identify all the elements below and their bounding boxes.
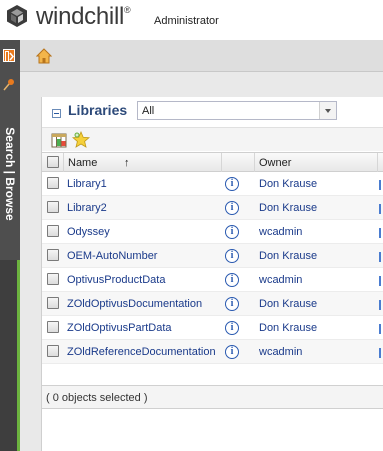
libraries-panel: Libraries All Name ↑ Owner Library1 i Do… bbox=[41, 97, 383, 451]
table-row[interactable]: OptivusProductData i wcadmin bbox=[42, 268, 383, 292]
new-library-icon[interactable] bbox=[72, 131, 90, 149]
chevron-down-icon[interactable] bbox=[319, 102, 336, 119]
truncated-column-link[interactable] bbox=[379, 348, 382, 358]
selection-status: ( 0 objects selected ) bbox=[46, 392, 148, 404]
user-name[interactable]: Administrator bbox=[154, 15, 219, 27]
truncated-column-link[interactable] bbox=[379, 276, 382, 286]
expand-panel-icon bbox=[5, 51, 14, 62]
windchill-logo-icon bbox=[7, 5, 27, 27]
row-checkbox[interactable] bbox=[47, 249, 59, 261]
column-label-owner: Owner bbox=[259, 157, 292, 169]
truncated-column-link[interactable] bbox=[379, 204, 382, 214]
table-row[interactable]: ZOldReferenceDocumentation i wcadmin bbox=[42, 340, 383, 364]
table-row[interactable]: ZOldOptivusPartData i Don Krause bbox=[42, 316, 383, 340]
collapse-icon[interactable] bbox=[52, 109, 61, 118]
select-all-checkbox[interactable] bbox=[47, 156, 59, 168]
libraries-table: Name ↑ Owner Library1 i Don Krause Libra… bbox=[42, 152, 383, 364]
table-body: Library1 i Don Krause Library2 i Don Kra… bbox=[42, 172, 383, 364]
column-header-info[interactable] bbox=[222, 153, 255, 172]
panel-header: Libraries All bbox=[42, 97, 383, 125]
owner-link[interactable]: wcadmin bbox=[259, 346, 302, 370]
table-views-icon[interactable] bbox=[50, 131, 68, 149]
truncated-column-link[interactable] bbox=[379, 300, 382, 310]
info-icon[interactable]: i bbox=[225, 297, 239, 311]
row-checkbox[interactable] bbox=[47, 177, 59, 189]
info-icon[interactable]: i bbox=[225, 249, 239, 263]
table-toolbar bbox=[42, 127, 383, 151]
top-toolbar bbox=[20, 40, 383, 72]
select-all-header bbox=[42, 153, 64, 172]
panel-title: Libraries bbox=[68, 102, 128, 118]
table-header: Name ↑ Owner bbox=[42, 152, 383, 172]
column-header-name[interactable]: Name ↑ bbox=[64, 153, 222, 172]
table-row[interactable]: Library1 i Don Krause bbox=[42, 172, 383, 196]
app-header: windchill® Administrator bbox=[0, 0, 383, 40]
main-content: Libraries All Name ↑ Owner Library1 i Do… bbox=[20, 40, 383, 451]
info-icon[interactable]: i bbox=[225, 345, 239, 359]
info-icon[interactable]: i bbox=[225, 321, 239, 335]
info-icon[interactable]: i bbox=[225, 273, 239, 287]
navigator-bar: Search | Browse bbox=[0, 40, 20, 451]
search-browse-tab[interactable]: Search | Browse bbox=[0, 102, 20, 252]
info-icon[interactable]: i bbox=[225, 225, 239, 239]
search-browse-label: Search | Browse bbox=[3, 127, 17, 221]
truncated-column-link[interactable] bbox=[379, 324, 382, 334]
row-checkbox[interactable] bbox=[47, 321, 59, 333]
row-checkbox[interactable] bbox=[47, 345, 59, 357]
view-filter-select[interactable]: All bbox=[137, 101, 337, 120]
row-checkbox[interactable] bbox=[47, 297, 59, 309]
info-icon[interactable]: i bbox=[225, 177, 239, 191]
table-footer: ( 0 objects selected ) bbox=[42, 385, 383, 409]
row-checkbox[interactable] bbox=[47, 225, 59, 237]
expand-panel-button[interactable] bbox=[3, 49, 15, 62]
truncated-column-link[interactable] bbox=[379, 252, 382, 262]
filter-value: All bbox=[142, 105, 155, 117]
row-checkbox[interactable] bbox=[47, 201, 59, 213]
library-name-link[interactable]: ZOldReferenceDocumentation bbox=[67, 346, 216, 370]
app-logo-text[interactable]: windchill® bbox=[36, 3, 131, 31]
table-row[interactable]: OEM-AutoNumber i Don Krause bbox=[42, 244, 383, 268]
home-icon[interactable] bbox=[36, 48, 52, 64]
truncated-column-link[interactable] bbox=[379, 228, 382, 238]
row-checkbox[interactable] bbox=[47, 273, 59, 285]
pin-icon[interactable] bbox=[2, 78, 16, 92]
truncated-column-link[interactable] bbox=[379, 180, 382, 190]
sort-ascending-icon: ↑ bbox=[124, 157, 130, 169]
table-row[interactable]: Odyssey i wcadmin bbox=[42, 220, 383, 244]
column-label-name: Name bbox=[68, 157, 98, 169]
column-header-owner[interactable]: Owner bbox=[255, 153, 378, 172]
info-icon[interactable]: i bbox=[225, 201, 239, 215]
table-row[interactable]: Library2 i Don Krause bbox=[42, 196, 383, 220]
navigator-accent-bar bbox=[0, 260, 20, 451]
table-row[interactable]: ZOldOptivusDocumentation i Don Krause bbox=[42, 292, 383, 316]
